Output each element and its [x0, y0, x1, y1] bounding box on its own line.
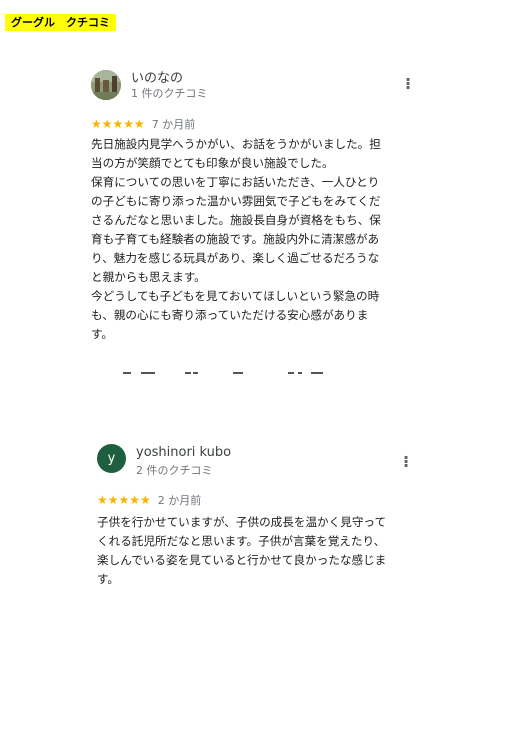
star-rating-icon: ★★★★★ — [91, 117, 145, 131]
cropped-text-fragment — [123, 372, 333, 375]
review-text-line: す。 — [91, 327, 114, 341]
star-rating-icon: ★★★★★ — [97, 493, 151, 507]
review-text-line: の子どもに寄り添った温かい雰囲気で子どもをみてくだ — [91, 194, 381, 208]
more-options-icon[interactable]: · · · — [404, 72, 412, 96]
review-text-line: も、親の心にも寄り添っていただける安心感がありま — [91, 308, 369, 322]
avatar[interactable] — [91, 70, 121, 100]
review-text-line: 今どうしても子どもを見ておいてほしいという緊急の時 — [91, 289, 380, 303]
review-text-line: す。 — [97, 572, 120, 586]
reviewer-review-count: 2 件のクチコミ — [136, 464, 213, 477]
review-text: 先日施設内見学へうかがい、お話をうかがいました。担 当の方が笑顔でとても印象が良… — [91, 135, 419, 344]
review-text-line: 子供を行かせていますが、子供の成長を温かく見守って — [97, 515, 387, 529]
review-date: 2 か月前 — [157, 494, 202, 507]
review-text-line: くれる託児所だなと思います。子供が言葉を覚えたり、 — [97, 534, 386, 548]
google-reviews-label: グーグル クチコミ — [5, 14, 116, 31]
rating-row: ★★★★★ 2 か月前 — [97, 492, 201, 508]
review-text-line: り、魅力を感じる玩具があり、楽しく過ごせるだろうな — [91, 251, 380, 265]
review-text-line: 育も子育ても経験者の施設です。施設内外に清潔感があ — [91, 232, 380, 246]
more-options-icon[interactable]: · · · — [402, 450, 410, 474]
review-text-line: さるんだなと思いました。施設長自身が資格をもち、保 — [91, 213, 381, 227]
reviewer-review-count: 1 件のクチコミ — [131, 87, 208, 100]
review-date: 7 か月前 — [151, 118, 196, 131]
reviewer-name[interactable]: yoshinori kubo — [136, 445, 231, 460]
avatar[interactable]: y — [97, 444, 126, 473]
rating-row: ★★★★★ 7 か月前 — [91, 116, 195, 132]
review-text-line: 先日施設内見学へうかがい、お話をうかがいました。担 — [91, 137, 381, 151]
review-text-line: 保育についての思いを丁寧にお話いただき、一人ひとり — [91, 175, 380, 189]
reviewer-name[interactable]: いのなの — [131, 67, 183, 86]
review-text-line: と親からも思えます。 — [91, 270, 206, 284]
review-text: 子供を行かせていますが、子供の成長を温かく見守って くれる託児所だなと思います。… — [97, 513, 419, 589]
review-text-line: 当の方が笑顔でとても印象が良い施設でした。 — [91, 156, 334, 170]
review-text-line: 楽しんでいる姿を見ていると行かせて良かったな感じま — [97, 553, 387, 567]
